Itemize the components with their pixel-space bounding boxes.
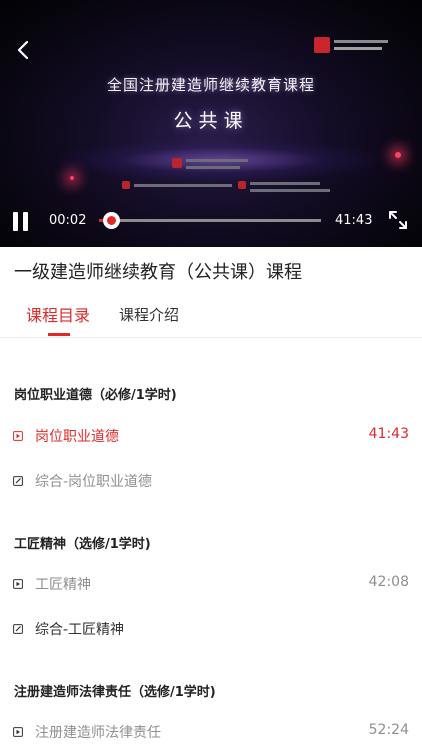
exam-edit-icon [13, 476, 23, 486]
pause-icon[interactable] [10, 210, 32, 234]
exam-edit-icon [13, 624, 23, 634]
lesson-item[interactable]: 岗位职业道德 41:43 [0, 426, 422, 450]
sponsor-logo [172, 158, 182, 168]
sponsor-logo-text [250, 189, 330, 192]
lesson-name: 岗位职业道德 [35, 429, 119, 445]
divider [0, 337, 422, 338]
lesson-item[interactable]: 综合-工匠精神 [0, 619, 422, 643]
lesson-duration: 52:24 [368, 722, 409, 738]
current-time: 00:02 [49, 213, 87, 228]
video-player[interactable]: 全国注册建造师继续教育课程 公共课 00:02 41:43 [0, 0, 422, 247]
sponsor-logo-text [134, 184, 232, 187]
video-lesson-icon [13, 431, 23, 441]
publisher-logo [314, 36, 390, 56]
progress-bar[interactable] [99, 212, 321, 229]
section-title: 注册建造师法律责任（选修/1学时) [14, 685, 216, 700]
video-subtitle: 公共课 [173, 110, 249, 132]
video-lesson-icon [13, 727, 23, 737]
sponsor-logo-text [186, 166, 240, 169]
lesson-name: 综合-工匠精神 [35, 622, 125, 638]
fullscreen-icon[interactable] [387, 209, 409, 231]
lesson-name: 注册建造师法律责任 [35, 725, 161, 741]
sponsor-logo [122, 181, 130, 189]
tab-bar: 课程目录 课程介绍 [0, 298, 422, 338]
lesson-duration: 41:43 [368, 426, 409, 442]
progress-handle[interactable] [103, 212, 120, 229]
active-tab-indicator [48, 333, 70, 336]
lesson-item[interactable]: 工匠精神 42:08 [0, 574, 422, 598]
back-arrow-icon[interactable] [12, 38, 36, 62]
lesson-duration: 42:08 [368, 574, 409, 590]
tab-catalog[interactable]: 课程目录 [26, 302, 90, 326]
video-flare [395, 152, 401, 158]
sponsor-logo [238, 181, 246, 189]
course-title: 一级建造师继续教育（公共课）课程 [14, 262, 302, 283]
video-title: 全国注册建造师继续教育课程 [106, 76, 315, 94]
lesson-name: 工匠精神 [35, 577, 91, 593]
lesson-item[interactable]: 注册建造师法律责任 52:24 [0, 722, 422, 746]
sponsor-logo-text [250, 182, 320, 185]
lesson-item[interactable]: 综合-岗位职业道德 [0, 471, 422, 495]
lesson-name: 综合-岗位职业道德 [35, 474, 153, 490]
sponsor-logo-text [186, 159, 248, 162]
video-lesson-icon [13, 579, 23, 589]
tab-introduction[interactable]: 课程介绍 [119, 304, 179, 325]
total-time: 41:43 [335, 213, 373, 228]
section-title: 岗位职业道德（必修/1学时) [14, 388, 177, 403]
section-title: 工匠精神（选修/1学时) [14, 537, 151, 552]
video-flare [70, 176, 74, 180]
